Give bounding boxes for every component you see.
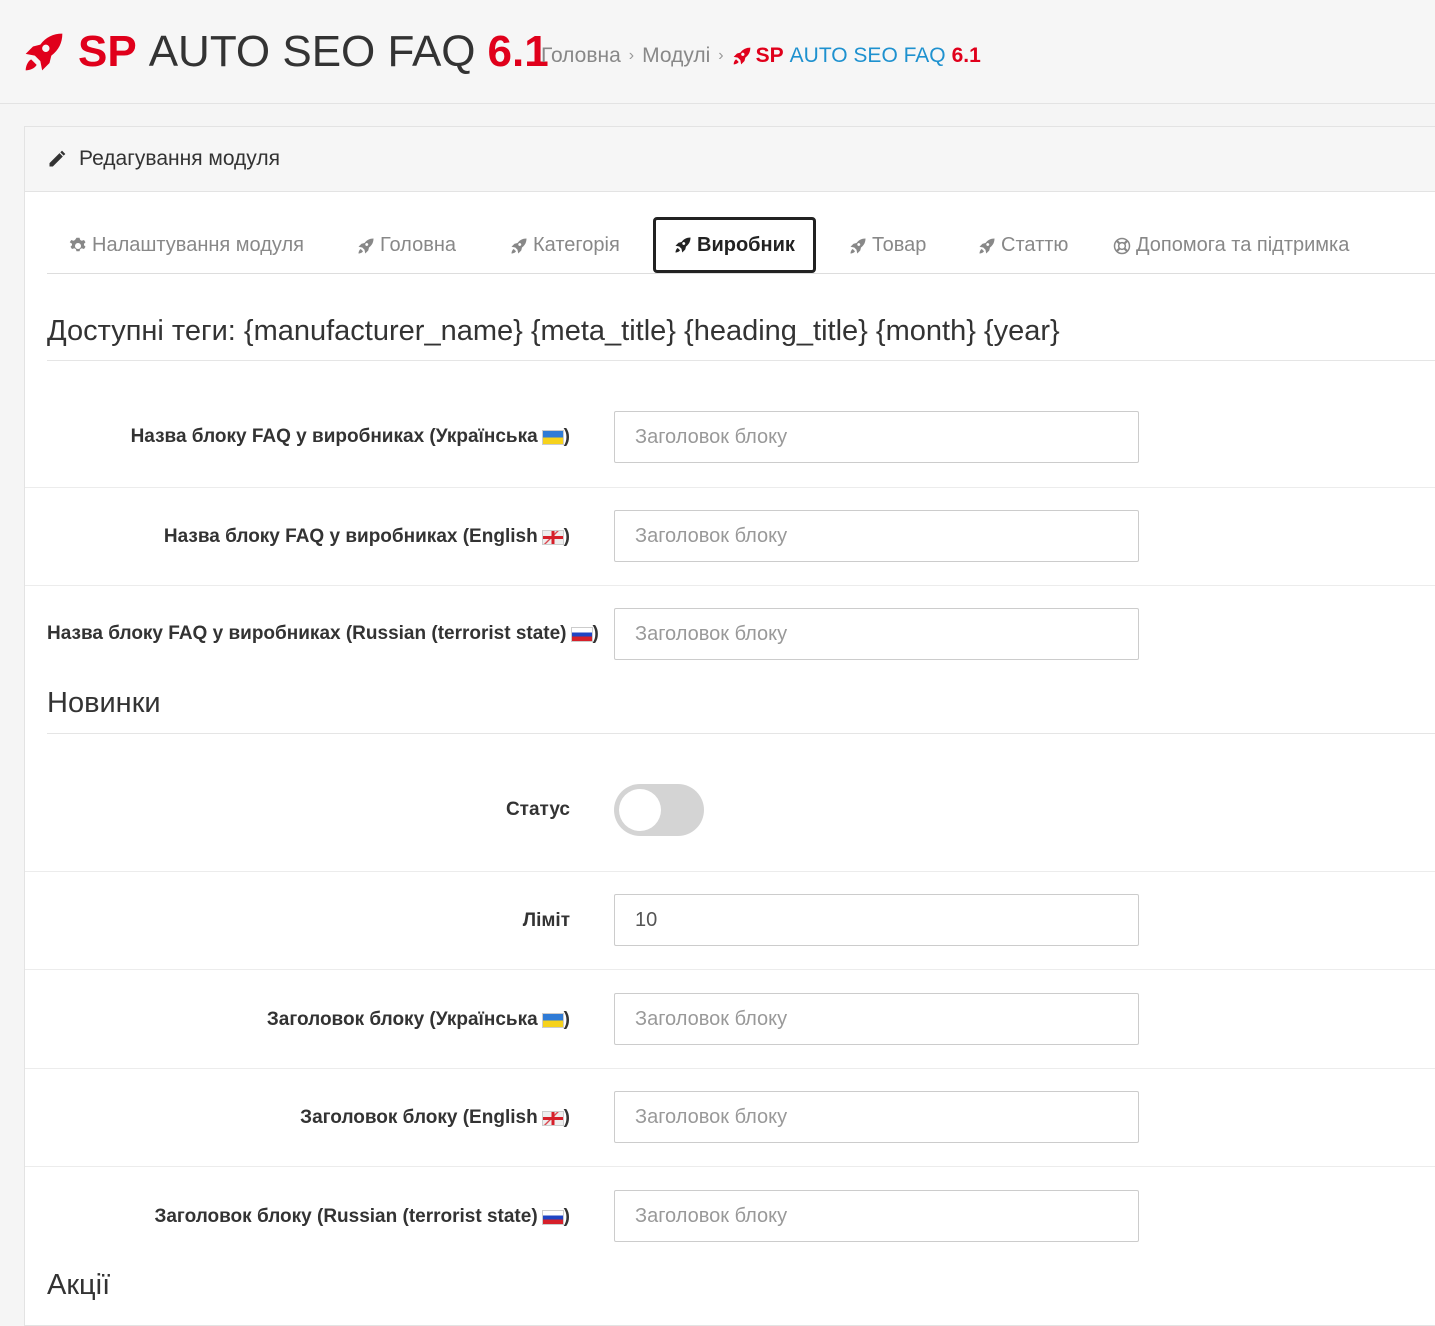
breadcrumb: Головна › Модулі › SP AUTO SEO FAQ 6.1 — [541, 44, 981, 68]
rocket-icon — [674, 236, 692, 254]
faq-title-ru-input[interactable] — [614, 608, 1139, 660]
status-row: Статус — [25, 755, 1435, 872]
tab-label: Головна — [380, 234, 456, 256]
block-title-en-label: Заголовок блоку (English) — [300, 1107, 570, 1128]
rocket-icon — [22, 30, 66, 74]
label-text: Заголовок блоку (Українська — [266, 1009, 538, 1030]
flag-ua-icon — [541, 1012, 564, 1028]
faq-title-en-row: Назва блоку FAQ у виробниках (English) — [25, 488, 1435, 586]
block-title-en-input[interactable] — [614, 1091, 1139, 1143]
tab-category[interactable]: Категорія — [510, 217, 620, 274]
logo-sp: SP — [78, 27, 137, 76]
logo-name: AUTO SEO FAQ — [148, 27, 476, 76]
block-title-ru-label: Заголовок блоку (Russian (terrorist stat… — [154, 1206, 570, 1227]
faq-title-ua-label: Назва блоку FAQ у виробниках (Українська… — [130, 426, 570, 447]
tab-article[interactable]: Статтю — [978, 217, 1068, 274]
rocket-icon — [357, 237, 375, 255]
tab-label: Статтю — [1001, 234, 1069, 256]
pencil-icon — [47, 149, 67, 169]
label-text: Заголовок блоку (Russian (terrorist stat… — [154, 1206, 538, 1227]
faq-title-ru-row: Назва блоку FAQ у виробниках (Russian (t… — [25, 586, 1435, 684]
tab-manufacturer[interactable]: Виробник — [653, 217, 816, 273]
breadcrumb-modules[interactable]: Модулі — [642, 44, 710, 68]
toggle-knob — [619, 789, 661, 831]
flag-ru-icon — [570, 626, 593, 642]
tab-label: Допомога та підтримка — [1136, 234, 1350, 256]
label-text: Заголовок блоку (English — [300, 1107, 538, 1128]
tab-bar: Налаштування модуля Головна Категорія Ви… — [47, 217, 1435, 274]
logo-version: 6.1 — [487, 27, 549, 76]
breadcrumb-separator: › — [628, 47, 635, 64]
panel-title: Редагування модуля — [79, 147, 280, 170]
tab-label: Налаштування модуля — [92, 234, 304, 256]
status-toggle[interactable] — [614, 784, 704, 836]
breadcrumb-current[interactable]: SP AUTO SEO FAQ 6.1 — [732, 44, 981, 68]
breadcrumb-sp: SP — [755, 44, 784, 67]
faq-title-ua-row: Назва блоку FAQ у виробниках (Українська… — [25, 389, 1435, 488]
module-logo: SP AUTO SEO FAQ 6.1 — [22, 26, 549, 78]
breadcrumb-version: 6.1 — [951, 44, 981, 67]
panel-heading: Редагування модуля — [25, 127, 1435, 192]
gear-icon — [69, 237, 87, 255]
block-title-ua-row: Заголовок блоку (Українська) — [25, 970, 1435, 1069]
tab-label: Товар — [872, 234, 927, 256]
breadcrumb-separator: › — [718, 47, 724, 64]
block-title-ua-label: Заголовок блоку (Українська) — [266, 1009, 570, 1030]
breadcrumb-home[interactable]: Головна — [541, 44, 621, 68]
flag-ua-icon — [541, 429, 564, 445]
block-title-ru-input[interactable] — [614, 1190, 1139, 1242]
tab-product[interactable]: Товар — [849, 217, 926, 274]
faq-title-en-label: Назва блоку FAQ у виробниках (English) — [163, 526, 570, 547]
edit-module-panel: Редагування модуля Налаштування модуля Г… — [24, 126, 1435, 1326]
flag-ru-icon — [541, 1209, 564, 1225]
limit-row: Ліміт — [25, 872, 1435, 970]
page-header: SP AUTO SEO FAQ 6.1 Головна › Модулі › S… — [0, 0, 1435, 104]
block-title-ru-row: Заголовок блоку (Russian (terrorist stat… — [25, 1167, 1435, 1265]
available-tags-heading: Доступні теги: {manufacturer_name} {meta… — [47, 315, 1435, 361]
block-title-ua-input[interactable] — [614, 993, 1139, 1045]
tab-module-settings[interactable]: Налаштування модуля — [69, 217, 304, 274]
label-text: Назва блоку FAQ у виробниках (English — [163, 526, 538, 547]
breadcrumb-name: AUTO SEO FAQ — [789, 44, 946, 67]
status-label: Статус — [505, 799, 570, 820]
faq-title-en-input[interactable] — [614, 510, 1139, 562]
faq-title-ua-input[interactable] — [614, 411, 1139, 463]
rocket-icon — [732, 46, 752, 66]
block-title-en-row: Заголовок блоку (English) — [25, 1069, 1435, 1167]
rocket-icon — [978, 237, 996, 255]
limit-input[interactable] — [614, 894, 1139, 946]
lifebuoy-icon — [1113, 237, 1131, 255]
tab-label: Виробник — [697, 233, 795, 256]
tab-home[interactable]: Головна — [357, 217, 456, 274]
label-text: Назва блоку FAQ у виробниках (Russian (t… — [47, 623, 567, 644]
new-products-heading: Новинки — [47, 687, 1435, 734]
limit-label: Ліміт — [522, 910, 570, 931]
label-text: Назва блоку FAQ у виробниках (Українська — [130, 426, 538, 447]
flag-en-icon — [541, 1110, 564, 1126]
rocket-icon — [849, 237, 867, 255]
flag-en-icon — [541, 529, 564, 545]
faq-title-ru-label: Назва блоку FAQ у виробниках (Russian (t… — [47, 623, 599, 644]
rocket-icon — [510, 237, 528, 255]
tab-help-support[interactable]: Допомога та підтримка — [1113, 217, 1349, 274]
tab-label: Категорія — [533, 234, 620, 256]
